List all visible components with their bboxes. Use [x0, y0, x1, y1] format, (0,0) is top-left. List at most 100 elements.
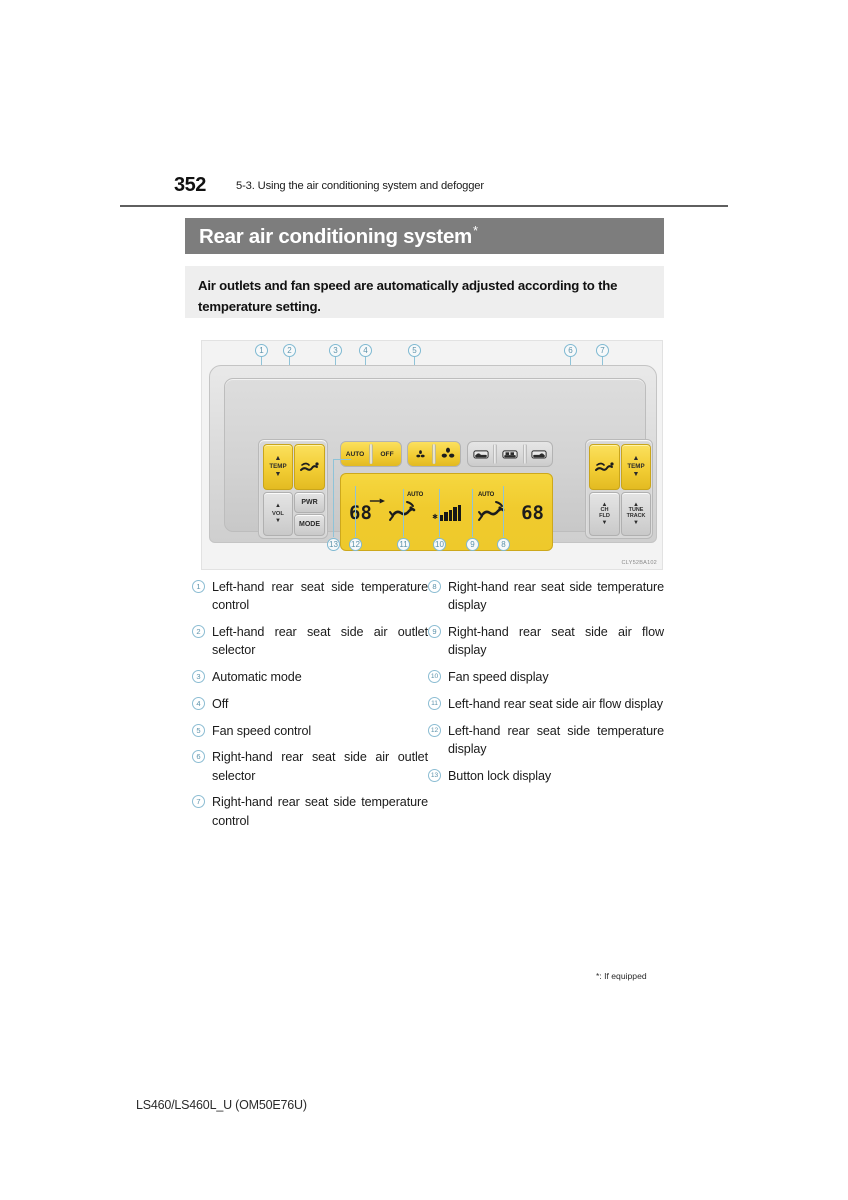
airflow-icon: [389, 500, 416, 521]
callout-13: 13: [327, 538, 340, 551]
fan-speed-up-button[interactable]: [436, 442, 460, 466]
chevron-down-icon: ▼: [601, 519, 608, 526]
seat-button-3[interactable]: [527, 442, 552, 466]
lcd-content-row: 68 ✱ 68: [341, 496, 552, 530]
legend-item-13: 13 Button lock display: [428, 767, 664, 785]
right-button-cluster: ▲ TEMP ▼ ▲ CH FLD ▼ ▲ TUNE TRACK ▼: [585, 439, 653, 539]
leader-line-12: [355, 486, 357, 537]
left-button-cluster: ▲ TEMP ▼ ▲ VOL ▼ PWR MODE: [258, 439, 328, 539]
channel-folder-button[interactable]: ▲ CH FLD ▼: [589, 492, 620, 536]
legend-item-10: 10 Fan speed display: [428, 668, 664, 686]
outlet-icon: [299, 462, 319, 471]
mode-button[interactable]: MODE: [294, 514, 325, 536]
lcd-right-airflow-indicator: [477, 500, 505, 527]
tune-track-button[interactable]: ▲ TUNE TRACK ▼: [621, 492, 651, 536]
lcd-display: AUTO AUTO 68 ✱ 68: [340, 473, 553, 551]
callout-5: 5: [408, 344, 421, 357]
legend-item-1: 1 Left-hand rear seat side temperature c…: [192, 578, 428, 615]
legend-label-10: Fan speed display: [448, 670, 549, 684]
vol-button-label: VOL: [272, 510, 284, 517]
legend-item-12: 12 Left-hand rear seat side temperature …: [428, 722, 664, 759]
legend-list-left: 1 Left-hand rear seat side temperature c…: [192, 578, 428, 838]
page-title-text: Rear air conditioning system: [199, 224, 472, 248]
callout-8: 8: [497, 538, 510, 551]
seat-button-2[interactable]: [497, 442, 522, 466]
lcd-left-airflow-indicator: [388, 500, 416, 527]
right-air-outlet-selector-button[interactable]: [589, 444, 620, 490]
legend-item-5: 5 Fan speed control: [192, 722, 428, 740]
right-temp-button-label: TEMP: [627, 462, 645, 470]
callout-12: 12: [349, 538, 362, 551]
callout-4: 4: [359, 344, 372, 357]
title-asterisk: *: [472, 223, 478, 239]
legend-number-10: 10: [428, 670, 441, 683]
footnote-if-equipped: *: If equipped: [596, 971, 647, 981]
lcd-left-temperature: 68: [349, 502, 372, 524]
seat-button-strip: [467, 441, 553, 467]
auto-button[interactable]: AUTO: [341, 442, 369, 466]
left-temperature-control-button[interactable]: ▲ TEMP ▼: [263, 444, 293, 490]
chevron-up-icon: ▲: [275, 503, 281, 510]
section-title-bar: Rear air conditioning system*: [185, 218, 664, 254]
intro-text: Air outlets and fan speed are automatica…: [198, 278, 618, 315]
legend-label-1: Left-hand rear seat side temperature con…: [212, 580, 428, 613]
legend-number-2: 2: [192, 625, 205, 638]
document-footer: LS460/LS460L_U (OM50E76U): [136, 1098, 307, 1112]
intro-callout-box: Air outlets and fan speed are automatica…: [185, 266, 664, 318]
callout-7: 7: [596, 344, 609, 357]
header-divider: [120, 205, 728, 207]
fan-speed-bargraph-icon: [439, 505, 461, 521]
legend-label-7: Right-hand rear seat side temperature co…: [212, 795, 428, 828]
callout-11: 11: [397, 538, 410, 551]
chevron-down-icon: ▼: [275, 518, 281, 525]
section-breadcrumb: 5-3. Using the air conditioning system a…: [236, 180, 484, 192]
callout-10: 10: [433, 538, 446, 551]
legend-item-3: 3 Automatic mode: [192, 668, 428, 686]
leader-line-13-horizontal: [333, 459, 351, 461]
legend-number-12: 12: [428, 723, 441, 737]
auto-off-button-strip: AUTO OFF: [340, 441, 402, 467]
snowflake-icon: ✱: [432, 514, 438, 521]
left-temp-button-label: TEMP: [269, 462, 287, 470]
legend-number-11: 11: [428, 696, 441, 710]
callout-2: 2: [283, 344, 296, 357]
legend-number-1: 1: [192, 580, 205, 593]
left-air-outlet-selector-button[interactable]: [294, 444, 325, 490]
leader-line-8: [503, 486, 505, 537]
airflow-icon: [477, 500, 505, 521]
ac-control-unit-body: ▲ TEMP ▼ ▲ VOL ▼ PWR MODE AUTO OFF AUTO …: [209, 365, 657, 551]
seat-button-1[interactable]: [468, 442, 493, 466]
off-button[interactable]: OFF: [373, 442, 401, 466]
seat-icon: [502, 450, 518, 459]
legend-number-5: 5: [192, 723, 205, 737]
legend-item-11: 11 Left-hand rear seat side air flow dis…: [428, 695, 664, 713]
legend-label-11: Left-hand rear seat side air flow displa…: [448, 696, 664, 711]
callout-6: 6: [564, 344, 577, 357]
chevron-down-icon: ▼: [632, 471, 640, 479]
legend-label-9: Right-hand rear seat side air flow displ…: [448, 625, 664, 658]
legend-list-right: 8 Right-hand rear seat side temperature …: [428, 578, 664, 793]
leader-line-13: [333, 459, 335, 537]
legend-label-13: Button lock display: [448, 768, 552, 783]
power-button[interactable]: PWR: [294, 492, 325, 513]
legend-label-3: Automatic mode: [212, 670, 302, 684]
callout-3: 3: [329, 344, 342, 357]
fan-speed-button-strip: [407, 441, 461, 467]
right-temperature-control-button[interactable]: ▲ TEMP ▼: [621, 444, 651, 490]
leader-line-10: [439, 489, 441, 537]
seat-icon: [473, 450, 489, 459]
lcd-right-temperature: 68: [521, 502, 544, 524]
fan-small-icon: [415, 449, 425, 457]
volume-button[interactable]: ▲ VOL ▼: [263, 492, 293, 536]
seat-icon: [531, 450, 547, 459]
legend-number-9: 9: [428, 625, 441, 638]
legend-label-4: Off: [212, 696, 229, 711]
fan-speed-down-button[interactable]: [408, 442, 432, 466]
legend-label-12: Left-hand rear seat side temperature dis…: [448, 723, 664, 756]
outlet-icon: [594, 462, 614, 471]
leader-line-11: [403, 489, 405, 537]
rear-ac-panel-figure: 1 2 3 4 5 6 7 ▲ TEMP ▼ ▲ VOL ▼ PWR MODE …: [201, 340, 663, 570]
ac-control-unit-face: ▲ TEMP ▼ ▲ VOL ▼ PWR MODE AUTO OFF AUTO …: [224, 378, 653, 551]
legend-label-8: Right-hand rear seat side temperature di…: [448, 580, 664, 613]
legend-item-9: 9 Right-hand rear seat side air flow dis…: [428, 623, 664, 660]
